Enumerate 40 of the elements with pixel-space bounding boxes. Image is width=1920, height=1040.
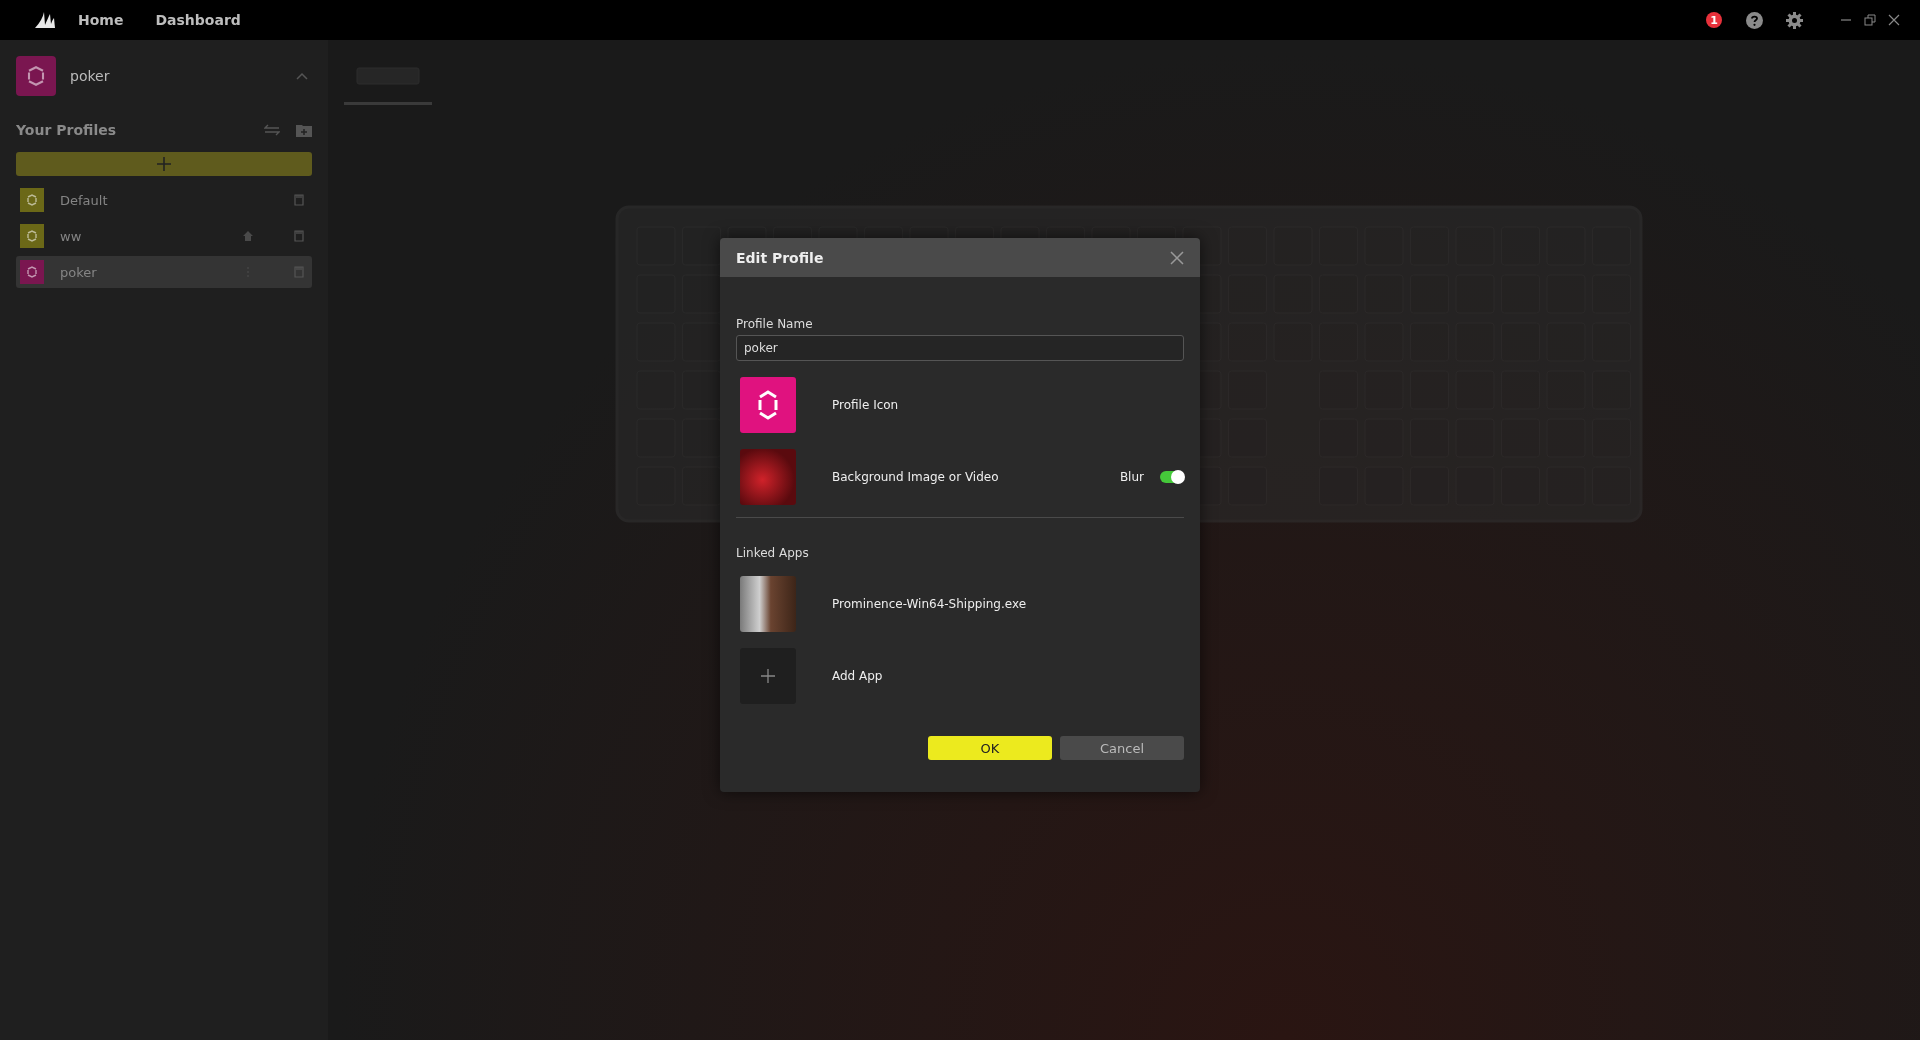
profile-name: ww xyxy=(60,228,82,244)
field-label: Profile Name xyxy=(736,317,814,331)
profile-item[interactable]: ww xyxy=(16,220,312,252)
profile-name: Default xyxy=(60,192,108,208)
row-label: Background Image or Video xyxy=(832,470,999,484)
chevron-up-icon[interactable] xyxy=(296,72,308,80)
profile-avatar[interactable] xyxy=(16,56,56,96)
swap-arrows-icon[interactable] xyxy=(264,124,280,136)
profile-name: poker xyxy=(60,264,97,280)
add-app-tile[interactable] xyxy=(740,648,796,704)
notification-badge[interactable]: 1 xyxy=(1706,12,1722,28)
restore-icon[interactable] xyxy=(1864,14,1876,26)
sails-logo-icon[interactable] xyxy=(34,11,56,29)
plus-icon xyxy=(157,157,171,171)
close-icon[interactable] xyxy=(1888,14,1900,26)
section-title: Linked Apps xyxy=(736,546,810,560)
close-icon[interactable] xyxy=(1170,250,1184,265)
new-folder-icon[interactable] xyxy=(296,123,312,137)
cancel-button[interactable]: Cancel xyxy=(1060,736,1184,760)
memory-card-icon[interactable] xyxy=(294,230,304,242)
memory-card-icon[interactable] xyxy=(294,266,304,278)
blur-label: Blur xyxy=(1119,470,1144,484)
profile-icon-tile[interactable] xyxy=(740,377,796,433)
memory-card-icon[interactable] xyxy=(294,194,304,206)
row-label: Profile Icon xyxy=(832,398,899,412)
nav-link[interactable]: Home xyxy=(78,12,124,28)
help-icon[interactable] xyxy=(1746,11,1763,29)
blur-toggle[interactable] xyxy=(1160,471,1184,483)
ok-button[interactable]: OK xyxy=(928,736,1052,760)
row-label: Add App xyxy=(832,669,883,683)
app-name: Prominence-Win64-Shipping.exe xyxy=(832,597,1027,611)
profile-name-field[interactable]: poker xyxy=(736,335,1184,361)
nav-link[interactable]: Dashboard xyxy=(155,12,241,28)
current-profile-name[interactable]: poker xyxy=(70,68,282,84)
section-title: Your Profiles xyxy=(16,122,117,138)
settings-icon[interactable] xyxy=(1786,11,1803,29)
profile-item[interactable]: Default xyxy=(16,184,312,216)
photo-placeholder[interactable] xyxy=(740,576,796,632)
plus-icon xyxy=(761,669,775,683)
dialog-title: Edit Profile xyxy=(736,249,824,266)
